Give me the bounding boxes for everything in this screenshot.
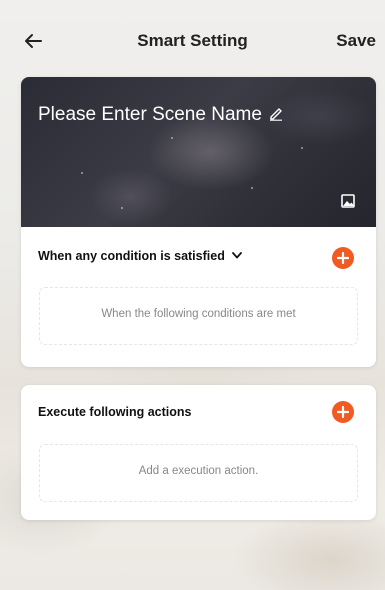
plus-icon [337, 406, 349, 418]
banner-star [121, 207, 123, 209]
image-icon [341, 194, 355, 208]
add-condition-button[interactable] [332, 247, 354, 269]
add-action-button[interactable] [332, 401, 354, 423]
condition-mode-dropdown[interactable]: When any condition is satisfied [38, 249, 242, 263]
chevron-down-icon [231, 252, 242, 259]
condition-header: When any condition is satisfied [21, 227, 376, 284]
pencil-icon [269, 108, 282, 121]
actions-card: Execute following actions Add a executio… [21, 385, 376, 520]
scene-card: Please Enter Scene Name When any conditi… [21, 77, 376, 367]
change-background-button[interactable] [341, 194, 355, 208]
banner-star [171, 137, 173, 139]
banner-star [81, 172, 83, 174]
actions-placeholder[interactable]: Add a execution action. [39, 444, 358, 502]
actions-placeholder-text: Add a execution action. [138, 465, 259, 477]
banner-star [251, 187, 253, 189]
page-title: Smart Setting [137, 31, 248, 50]
conditions-placeholder[interactable]: When the following conditions are met [39, 287, 358, 345]
scene-name-placeholder: Please Enter Scene Name [38, 104, 262, 125]
top-bar: Smart Setting Save [0, 0, 385, 80]
save-button[interactable]: Save [336, 31, 376, 51]
scene-name-field[interactable]: Please Enter Scene Name [38, 104, 284, 126]
scene-banner: Please Enter Scene Name [21, 77, 376, 227]
condition-mode-label: When any condition is satisfied [38, 249, 225, 263]
banner-star [301, 147, 303, 149]
conditions-placeholder-text: When the following conditions are met [101, 308, 296, 320]
plus-icon [337, 252, 349, 264]
actions-title: Execute following actions [38, 405, 192, 419]
